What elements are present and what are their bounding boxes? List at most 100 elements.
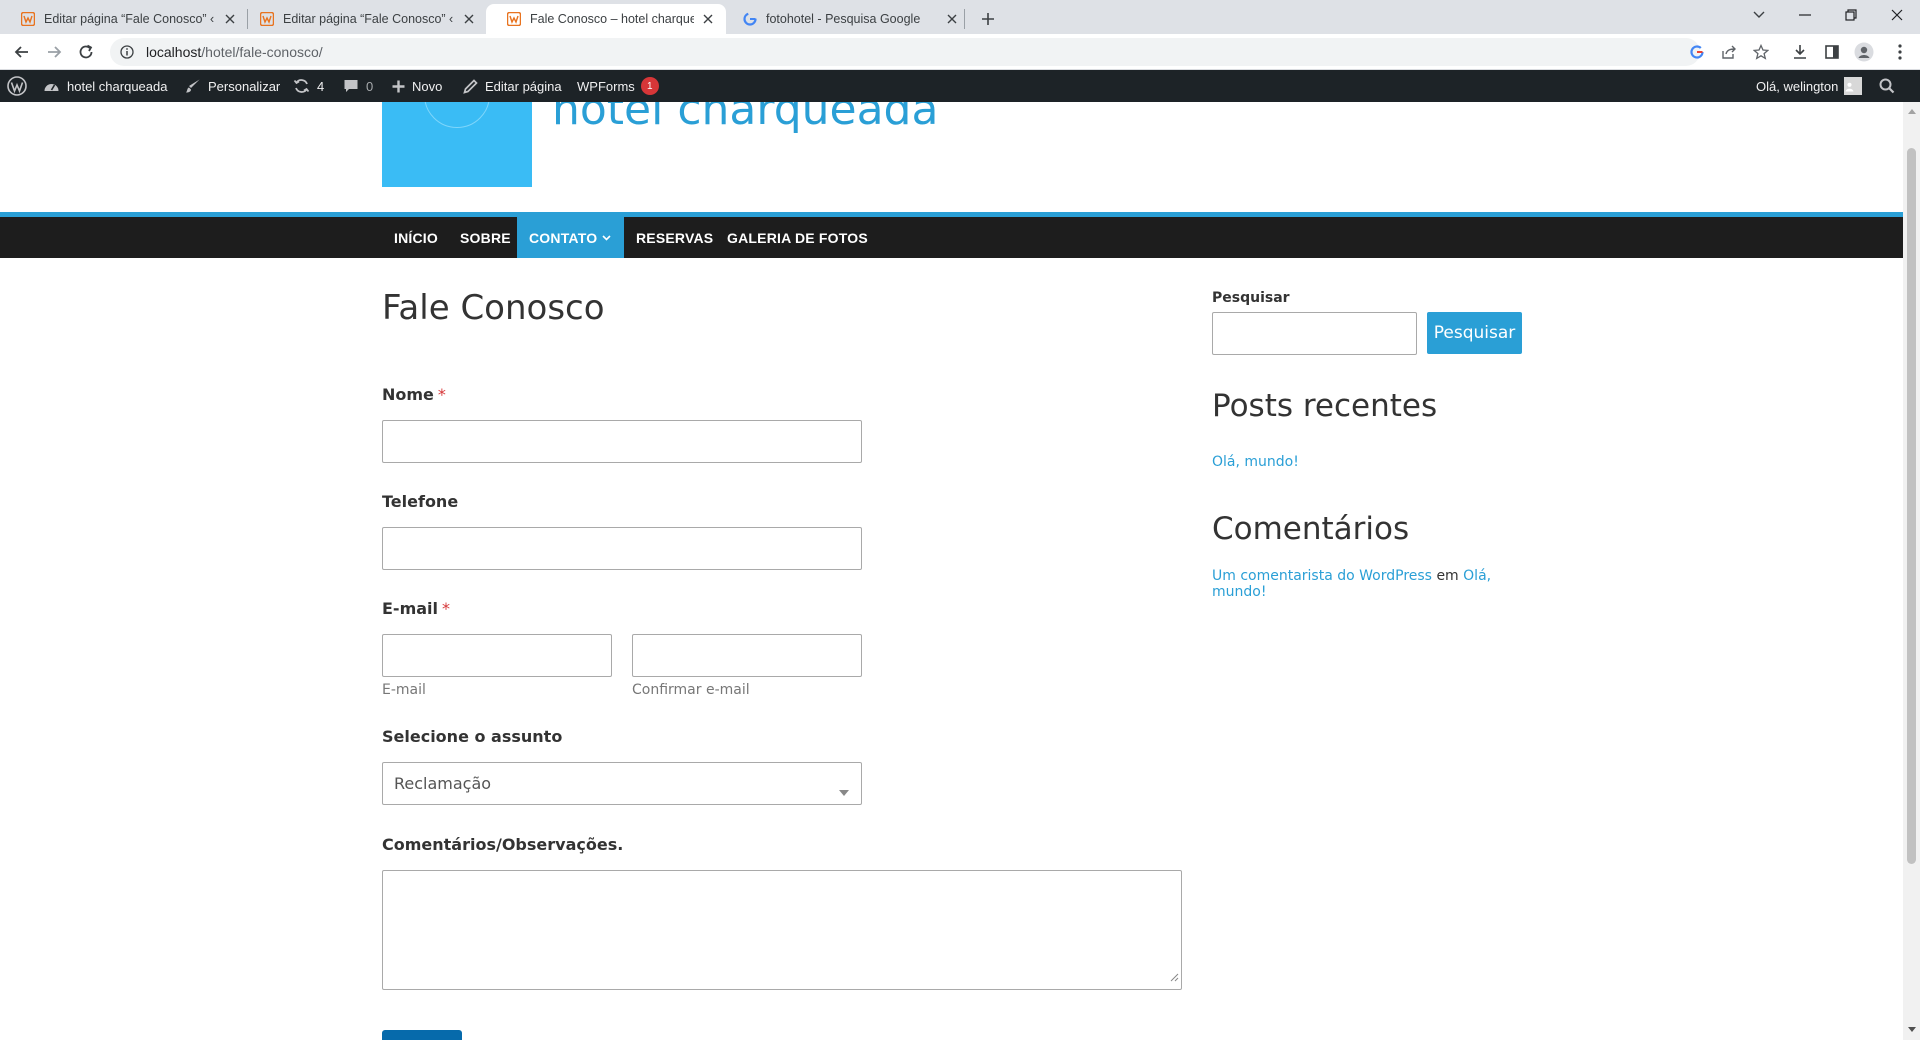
tab-title: Editar página “Fale Conosco” ‹ hotel cha… xyxy=(283,12,455,26)
tab-search-icon[interactable] xyxy=(1736,0,1782,30)
updates-link[interactable]: 4 xyxy=(293,70,324,102)
back-arrow-icon[interactable] xyxy=(8,38,36,66)
my-account-link[interactable]: Olá, welington xyxy=(1756,70,1863,102)
search-icon[interactable] xyxy=(1879,70,1902,102)
wordpress-orange-icon xyxy=(506,11,522,27)
name-input[interactable] xyxy=(382,420,862,463)
close-tab-icon[interactable] xyxy=(944,11,960,27)
close-tab-icon[interactable] xyxy=(461,11,477,27)
customize-link[interactable]: Personalizar xyxy=(185,70,280,102)
url-path: /hotel/fale-conosco/ xyxy=(201,44,323,60)
restore-window-icon[interactable] xyxy=(1828,0,1874,30)
customize-label: Personalizar xyxy=(208,78,281,94)
scroll-up-arrow-icon[interactable] xyxy=(1907,106,1916,116)
chevron-down-icon xyxy=(602,234,611,241)
subject-label: Selecione o assunto xyxy=(382,727,563,746)
site-info-icon[interactable] xyxy=(118,43,136,61)
browser-tab-active[interactable]: Fale Conosco – hotel charqueada xyxy=(486,4,726,34)
comments-textarea[interactable] xyxy=(382,870,1182,990)
nav-item-label: CONTATO xyxy=(529,229,598,246)
avatar xyxy=(1844,77,1863,95)
share-icon[interactable] xyxy=(1720,43,1738,61)
name-label-text: Nome xyxy=(382,385,434,404)
tab-title: fotohotel - Pesquisa Google xyxy=(766,12,921,26)
wpforms-link[interactable]: WPForms 1 xyxy=(577,70,659,102)
phone-label: Telefone xyxy=(382,492,459,511)
page-viewport: hotel charqueada INÍCIO SOBRE CONTATO RE… xyxy=(0,102,1903,1040)
account-greeting: Olá, welington xyxy=(1756,78,1839,94)
new-tab-button[interactable] xyxy=(975,6,1001,32)
comment-post-link[interactable]: Olá, xyxy=(1463,568,1491,584)
browser-tab[interactable]: Editar página “Fale Conosco” ‹ hotel cha… xyxy=(239,4,487,34)
dropdown-caret-icon xyxy=(839,781,849,800)
google-lens-icon[interactable] xyxy=(1688,43,1706,61)
recent-post-link[interactable]: Olá, mundo! xyxy=(1212,454,1299,470)
side-panel-icon[interactable] xyxy=(1822,42,1842,62)
comments-link[interactable]: 0 xyxy=(343,70,373,102)
required-asterisk: * xyxy=(437,385,446,404)
page-scrollbar[interactable] xyxy=(1903,102,1920,1040)
browser-tab[interactable]: fotohotel - Pesquisa Google xyxy=(722,4,970,34)
comment-author-link[interactable]: Um comentarista do WordPress xyxy=(1212,568,1432,584)
address-bar[interactable]: localhost/hotel/fale-conosco/ xyxy=(110,38,1769,66)
paintbrush-icon xyxy=(186,79,200,93)
subject-select[interactable]: Reclamação xyxy=(382,762,862,805)
scroll-down-arrow-icon[interactable] xyxy=(1907,1024,1916,1034)
page-title: Fale Conosco xyxy=(382,288,605,328)
nav-item-contato[interactable]: CONTATO xyxy=(517,217,624,258)
new-content-link[interactable]: Novo xyxy=(392,70,442,102)
wpforms-label: WPForms xyxy=(577,78,635,94)
tab-separator xyxy=(964,9,965,29)
wordpress-orange-icon xyxy=(259,11,275,27)
close-tab-icon[interactable] xyxy=(222,11,238,27)
search-button[interactable]: Pesquisar xyxy=(1427,312,1522,354)
wordpress-logo-icon[interactable] xyxy=(7,70,34,102)
comment-post-link-cont[interactable]: mundo! xyxy=(1212,584,1266,600)
nav-item-inicio[interactable]: INÍCIO xyxy=(382,217,450,258)
site-title[interactable]: hotel charqueada xyxy=(552,102,938,135)
nav-item-sobre[interactable]: SOBRE xyxy=(448,217,523,258)
site-logo[interactable] xyxy=(382,102,532,187)
close-tab-icon[interactable] xyxy=(700,11,716,27)
site-name-link[interactable]: hotel charqueada xyxy=(43,70,167,102)
plus-icon xyxy=(392,80,405,92)
search-input[interactable] xyxy=(1212,312,1417,355)
email-label-text: E-mail xyxy=(382,599,439,618)
reload-icon[interactable] xyxy=(72,38,100,66)
recent-comment: Um comentarista do WordPress em Olá, mun… xyxy=(1212,568,1502,600)
wordpress-orange-icon xyxy=(20,11,36,27)
nav-item-reservas[interactable]: RESERVAS xyxy=(624,217,725,258)
minimize-window-icon[interactable] xyxy=(1782,0,1828,30)
profile-avatar-icon[interactable] xyxy=(1854,42,1874,62)
wp-admin-bar: hotel charqueada Personalizar 4 0 Novo E… xyxy=(0,70,1920,102)
browser-toolbar: localhost/hotel/fale-conosco/ xyxy=(0,34,1920,70)
tab-title: Fale Conosco – hotel charqueada xyxy=(530,12,694,26)
forward-arrow-icon[interactable] xyxy=(40,38,68,66)
edit-page-link[interactable]: Editar página xyxy=(463,70,562,102)
download-icon[interactable] xyxy=(1790,42,1810,62)
phone-input[interactable] xyxy=(382,527,862,570)
required-asterisk: * xyxy=(442,599,451,618)
url-host: localhost xyxy=(146,44,202,60)
email-input[interactable] xyxy=(382,634,612,677)
scrollbar-thumb[interactable] xyxy=(1907,148,1916,864)
submit-button[interactable] xyxy=(382,1030,462,1040)
email-confirm-sublabel: Confirmar e-mail xyxy=(632,682,750,698)
comments-label: Comentários/Observações. xyxy=(382,835,624,854)
pencil-icon xyxy=(463,78,478,94)
browser-tab[interactable]: Editar página “Fale Conosco” ‹ hotel cha… xyxy=(0,4,248,34)
edit-page-label: Editar página xyxy=(485,78,562,94)
updates-count: 4 xyxy=(317,78,325,94)
bookmark-star-icon[interactable] xyxy=(1752,43,1770,61)
nav-item-galeria[interactable]: GALERIA DE FOTOS xyxy=(715,217,880,258)
new-content-label: Novo xyxy=(412,78,443,94)
email-sublabel: E-mail xyxy=(382,682,426,698)
comment-bubble-icon xyxy=(344,80,358,92)
browser-tab-strip: Editar página “Fale Conosco” ‹ hotel cha… xyxy=(0,0,1920,34)
dashboard-gauge-icon xyxy=(44,84,59,91)
url-text: localhost/hotel/fale-conosco/ xyxy=(146,44,323,60)
email-confirm-input[interactable] xyxy=(632,634,862,677)
close-window-icon[interactable] xyxy=(1874,0,1920,30)
resize-handle-icon[interactable] xyxy=(1170,969,1179,987)
browser-menu-icon[interactable] xyxy=(1890,42,1910,62)
